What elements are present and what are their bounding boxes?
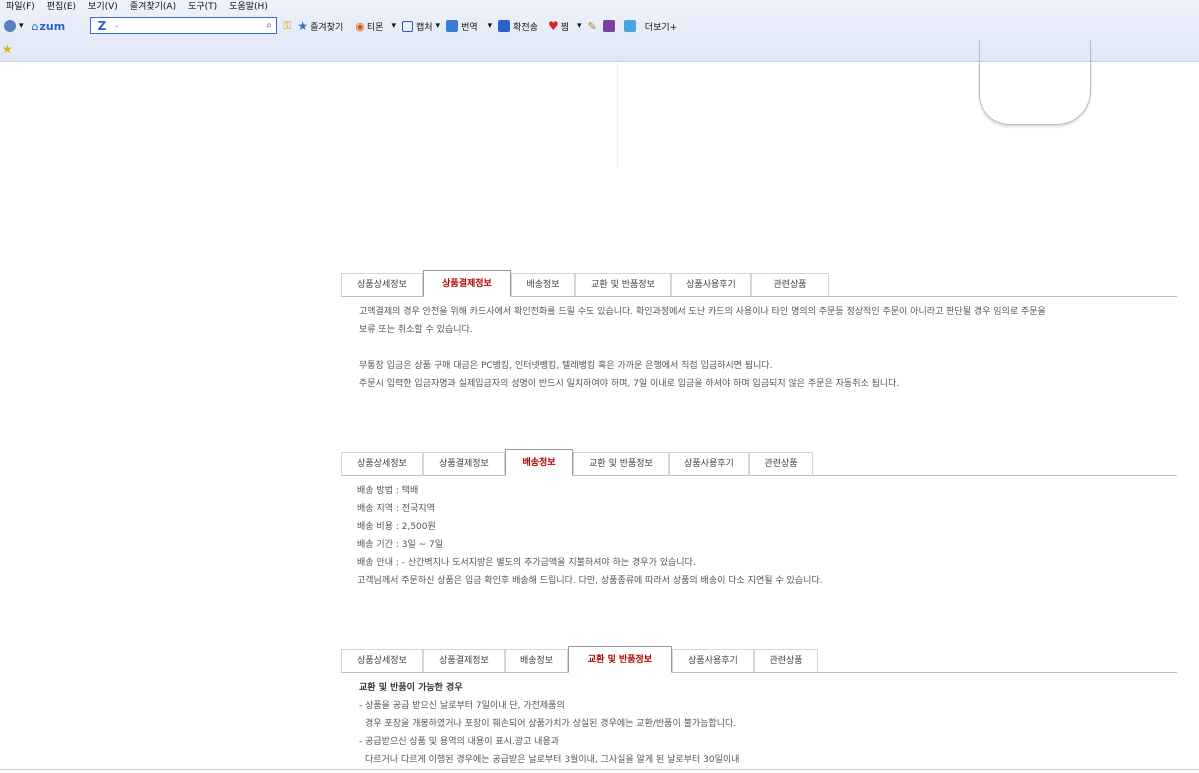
tab-product-detail[interactable]: 상품상세정보 xyxy=(341,273,423,297)
payment-text-line: 보류 또는 취소할 수 있습니다. xyxy=(359,325,473,335)
toolbar-capture-label: 캡처 xyxy=(415,22,433,33)
exchange-text-line: - 공급받으신 상품 및 용역의 내용이 표시.광고 내용과 xyxy=(359,737,560,747)
tab-reviews[interactable]: 상품사용후기 xyxy=(671,273,751,297)
tab-bar: 상품상세정보 상품결제정보 배송정보 교환 및 반품정보 상품사용후기 관련상품 xyxy=(341,449,1177,476)
shipping-method: 배송 방법 : 택배 xyxy=(357,486,419,496)
toolbar-translate-label: 번역 xyxy=(461,22,478,33)
add-favorite-icon[interactable]: ★ xyxy=(2,42,13,56)
toolbar-more-button[interactable]: 더보기+ xyxy=(645,15,677,37)
tab-bar: 상품상세정보 상품결제정보 배송정보 교환 및 반품정보 상품사용후기 관련상품 xyxy=(341,646,1177,673)
tab-payment-info[interactable]: 상품결제정보 xyxy=(423,649,505,673)
translate-icon xyxy=(446,20,459,32)
tab-related-products[interactable]: 관련상품 xyxy=(754,649,818,673)
menu-tools[interactable]: 도구(T) xyxy=(182,0,223,14)
divider-line xyxy=(617,62,618,168)
star-icon: ★ xyxy=(297,19,309,33)
exchange-text-line: 경우 포장을 개봉하였거나 포장이 훼손되어 상품가치가 상실된 경우에는 교환… xyxy=(365,719,737,729)
chevron-down-icon[interactable]: ▾ xyxy=(391,21,396,31)
payment-text-line: 주문시 입력한 입금자명과 실제입금자의 성명이 반드시 일치하여야 하며, 7… xyxy=(359,379,900,389)
toolbar-send-button[interactable]: 확전송 xyxy=(498,15,538,37)
broom-icon: ✎ xyxy=(587,19,597,33)
globe-icon xyxy=(4,20,16,32)
zum-home-button[interactable]: ⌂ zum xyxy=(32,15,66,37)
payment-info-content: 고액결제의 경우 안전을 위해 카드사에서 확인전화를 드릴 수도 있습니다. … xyxy=(341,297,1177,393)
timon-icon: ◉ xyxy=(355,19,365,33)
tab-product-detail[interactable]: 상품상세정보 xyxy=(341,649,423,673)
menu-help[interactable]: 도움말(H) xyxy=(223,0,274,14)
payment-text-line: 고액결제의 경우 안전을 위해 카드사에서 확인전화를 드릴 수도 있습니다. … xyxy=(359,307,1046,317)
toolbar-send-label: 확전송 xyxy=(513,22,538,33)
book-icon xyxy=(602,20,615,32)
decorative-frame xyxy=(979,40,1091,125)
tab-payment-info[interactable]: 상품결제정보 xyxy=(423,452,505,476)
toolbar-menu-button[interactable]: ▾ xyxy=(4,15,24,37)
tab-payment-info[interactable]: 상품결제정보 xyxy=(423,270,511,297)
exchange-heading: 교환 및 반품이 가능한 경우 xyxy=(359,683,463,693)
toolbar-wish-button[interactable]: ♥ 찜 ▾ xyxy=(548,15,582,37)
status-bar-border xyxy=(0,769,1199,770)
menu-edit[interactable]: 편집(E) xyxy=(41,0,82,14)
shipping-notice-2: 고객님께서 주문하신 상품은 입금 확인후 배송해 드립니다. 다만, 상품종류… xyxy=(357,576,823,586)
exchange-info-content: 교환 및 반품이 가능한 경우 - 상품을 공급 받으신 날로부터 7일이내 단… xyxy=(341,673,1177,769)
tab-exchange-info[interactable]: 교환 및 반품정보 xyxy=(575,273,671,297)
menu-view[interactable]: 보기(V) xyxy=(82,0,124,14)
exchange-info-section: 상품상세정보 상품결제정보 배송정보 교환 및 반품정보 상품사용후기 관련상품… xyxy=(341,646,1177,769)
search-box[interactable]: Z ⌕ xyxy=(90,17,277,34)
tab-exchange-info[interactable]: 교환 및 반품정보 xyxy=(568,646,672,673)
tab-related-products[interactable]: 관련상품 xyxy=(749,452,813,476)
payment-info-section: 상품상세정보 상품결제정보 배송정보 교환 및 반품정보 상품사용후기 관련상품… xyxy=(341,270,1177,393)
search-icon[interactable]: ⌕ xyxy=(262,20,276,31)
tab-bar: 상품상세정보 상품결제정보 배송정보 교환 및 반품정보 상품사용후기 관련상품 xyxy=(341,270,1177,297)
twitter-icon xyxy=(623,20,636,32)
tab-reviews[interactable]: 상품사용후기 xyxy=(672,649,754,673)
search-input[interactable] xyxy=(113,19,262,32)
chevron-down-icon[interactable]: ▾ xyxy=(488,21,493,31)
shipping-info-section: 상품상세정보 상품결제정보 배송정보 교환 및 반품정보 상품사용후기 관련상품… xyxy=(341,449,1177,590)
toolbar-translate-button[interactable]: 번역 ▾ xyxy=(446,15,492,37)
tab-shipping-info[interactable]: 배송정보 xyxy=(505,649,568,673)
shipping-region: 배송 지역 : 전국지역 xyxy=(357,504,435,514)
menu-favorites[interactable]: 즐겨찾기(A) xyxy=(124,0,182,14)
tab-product-detail[interactable]: 상품상세정보 xyxy=(341,452,423,476)
chevron-down-icon[interactable]: ▾ xyxy=(577,21,582,31)
tab-exchange-info[interactable]: 교환 및 반품정보 xyxy=(573,452,669,476)
broom-button[interactable]: ✎ xyxy=(588,15,597,37)
shipping-notice: 배송 안내 : - 산간벽지나 도서지방은 별도의 추가금액을 지불하셔야 하는… xyxy=(357,558,696,568)
shipping-period: 배송 기간 : 3일 ~ 7일 xyxy=(357,540,444,550)
tab-shipping-info[interactable]: 배송정보 xyxy=(505,449,573,476)
payment-spacer xyxy=(359,339,1159,357)
twitter-button[interactable] xyxy=(623,15,639,37)
toolbar-wish-label: 찜 xyxy=(560,22,570,33)
toolbar-items: ⚿ ★ 즐겨찾기 ◉ 티몬 ▾ 캡처 ▾ 번역 ▾ 확전송 ♥ 찜 ▾ ✎ 더보… xyxy=(283,15,683,37)
exchange-text-line: - 상품을 공급 받으신 날로부터 7일이내 단, 가전제품의 xyxy=(359,701,565,711)
menu-file[interactable]: 파일(F) xyxy=(0,0,41,14)
shipping-cost: 배송 비용 : 2,500원 xyxy=(357,522,436,532)
favorites-bar: ★ xyxy=(0,40,13,58)
zum-z-icon: Z xyxy=(97,18,107,33)
tab-shipping-info[interactable]: 배송정보 xyxy=(511,273,575,297)
toolbar-timon-label: 티몬 xyxy=(366,22,384,33)
key-icon: ⚿ xyxy=(283,19,292,32)
shipping-info-content: 배송 방법 : 택배 배송 지역 : 전국지역 배송 비용 : 2,500원 배… xyxy=(341,476,1177,590)
payment-text-line: 무통장 입금은 상품 구매 대금은 PC뱅킹, 인터넷뱅킹, 텔레뱅킹 혹은 가… xyxy=(359,361,773,371)
home-icon: ⌂ xyxy=(31,19,39,33)
zum-logo: zum xyxy=(39,19,66,33)
chevron-down-icon[interactable]: ▾ xyxy=(436,21,441,31)
tab-reviews[interactable]: 상품사용후기 xyxy=(669,452,749,476)
toolbar-favorites-button[interactable]: ★ 즐겨찾기 xyxy=(297,15,343,37)
toolbar-favorites-label: 즐겨찾기 xyxy=(310,22,344,33)
menu-bar: 파일(F) 편집(E) 보기(V) 즐겨찾기(A) 도구(T) 도움말(H) xyxy=(0,0,274,14)
book-button[interactable] xyxy=(602,15,618,37)
key-button[interactable]: ⚿ xyxy=(283,15,291,37)
toolbar-timon-button[interactable]: ◉ 티몬 ▾ xyxy=(355,15,396,37)
exchange-text-line: 다르거나 다르게 이행된 경우에는 공급받은 날로부터 3월이내, 그사실을 알… xyxy=(365,755,740,765)
tab-related-products[interactable]: 관련상품 xyxy=(751,273,829,297)
send-icon xyxy=(498,20,511,32)
capture-icon xyxy=(401,20,413,32)
toolbar-capture-button[interactable]: 캡처 ▾ xyxy=(401,15,441,37)
heart-icon: ♥ xyxy=(548,19,559,33)
